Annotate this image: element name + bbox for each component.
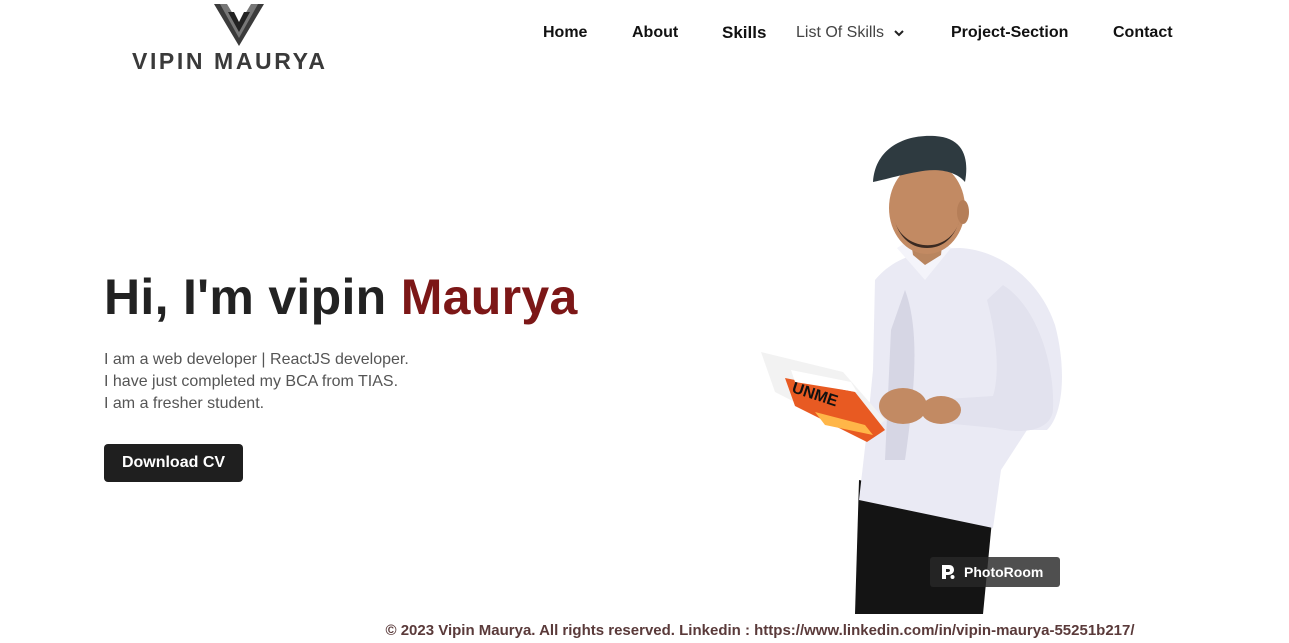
list-of-skills-dropdown[interactable]: List Of Skills bbox=[796, 24, 905, 42]
nav-about-link[interactable]: About bbox=[632, 24, 678, 42]
photoroom-label: PhotoRoom bbox=[964, 564, 1044, 580]
nav-contact-link[interactable]: Contact bbox=[1113, 24, 1173, 42]
hero-line: I am a web developer | ReactJS developer… bbox=[104, 351, 409, 368]
nav-home-link[interactable]: Home bbox=[543, 24, 587, 42]
download-cv-button[interactable]: Download CV bbox=[104, 444, 243, 482]
hero-description: I am a web developer | ReactJS developer… bbox=[104, 349, 409, 415]
chevron-down-icon bbox=[894, 30, 904, 37]
hero-line: I have just completed my BCA from TIAS. bbox=[104, 373, 399, 390]
hero-line: I am a fresher student. bbox=[104, 395, 265, 412]
photoroom-watermark: PhotoRoom bbox=[930, 557, 1060, 587]
photoroom-logo-icon bbox=[942, 565, 955, 579]
profile-photo: UNME bbox=[761, 135, 1062, 614]
hero-name-accent: Maurya bbox=[400, 269, 578, 325]
nav-project-section-link[interactable]: Project-Section bbox=[951, 24, 1068, 42]
hero-greeting: Hi, I'm vipin bbox=[104, 269, 401, 325]
main-nav: Home About Skills List Of Skills Project… bbox=[0, 0, 1289, 66]
footer-copyright: © 2023 Vipin Maurya. All rights reserved… bbox=[385, 622, 1135, 639]
list-of-skills-label: List Of Skills bbox=[796, 24, 885, 41]
hero-heading: Hi, I'm vipin Maurya bbox=[104, 268, 578, 326]
nav-skills-link[interactable]: Skills bbox=[722, 23, 766, 43]
